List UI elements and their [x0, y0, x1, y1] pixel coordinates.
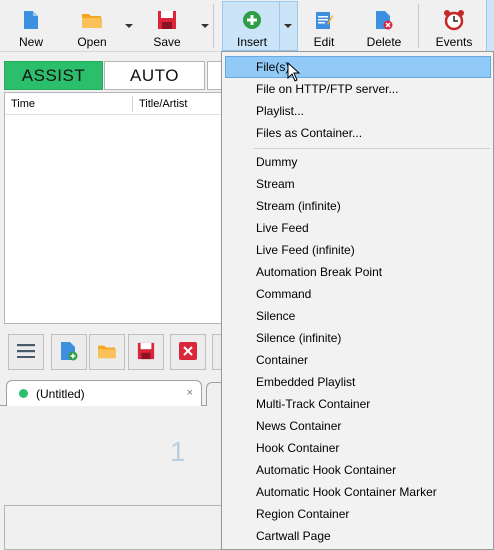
- menu-item-files-as-container[interactable]: Files as Container...: [225, 122, 491, 144]
- menu-item-command[interactable]: Command: [225, 283, 491, 305]
- toolbar-separator: [418, 4, 419, 48]
- playlist-grid[interactable]: Time Title/Artist: [4, 92, 226, 324]
- menu-item-automatic-hook-container[interactable]: Automatic Hook Container: [225, 459, 491, 481]
- insert-split-line: [279, 1, 280, 51]
- toolbar-separator: [213, 4, 214, 48]
- deck-number: 1: [170, 436, 186, 467]
- close-playlist-button[interactable]: [170, 334, 206, 370]
- alarm-clock-icon: [443, 8, 465, 32]
- save-icon: [156, 8, 178, 32]
- menu-item-multi-track-container[interactable]: Multi-Track Container: [225, 393, 491, 415]
- tab-title: (Untitled): [36, 386, 85, 401]
- events-button[interactable]: Events: [434, 2, 474, 50]
- menu-item-live-feed[interactable]: Live Feed: [225, 217, 491, 239]
- folder-icon: [81, 8, 103, 32]
- hamburger-icon: [17, 343, 35, 361]
- save-button[interactable]: Save: [148, 2, 186, 50]
- menu-item-silence[interactable]: Silence: [225, 305, 491, 327]
- edit-label: Edit: [313, 35, 335, 49]
- close-icon: [179, 341, 197, 363]
- menu-item-stream-infinite[interactable]: Stream (infinite): [225, 195, 491, 217]
- assist-label: ASSIST: [21, 65, 86, 85]
- menu-item-live-feed-infinite[interactable]: Live Feed (infinite): [225, 239, 491, 261]
- auto-label: AUTO: [130, 65, 179, 85]
- column-time[interactable]: Time: [11, 98, 35, 110]
- delete-file-icon: [373, 8, 395, 32]
- add-circle-icon: [241, 8, 263, 32]
- mouse-cursor-icon: [287, 61, 301, 85]
- new-file-add-icon: [60, 341, 78, 364]
- delete-label: Delete: [366, 35, 402, 49]
- menu-item-file-http-ftp[interactable]: File on HTTP/FTP server...: [225, 78, 491, 100]
- menu-item-embedded-playlist[interactable]: Embedded Playlist: [225, 371, 491, 393]
- assist-mode-button[interactable]: ASSIST: [4, 61, 103, 90]
- save-label: Save: [153, 35, 181, 49]
- insert-dropdown-arrow-icon[interactable]: [284, 24, 292, 28]
- auto-mode-button[interactable]: AUTO: [104, 61, 205, 90]
- edit-icon: [313, 8, 335, 32]
- menu-button[interactable]: [8, 334, 44, 370]
- tab-close-icon[interactable]: ×: [187, 387, 193, 399]
- open-button[interactable]: Open: [72, 2, 112, 50]
- insert-dropdown-menu: File(s) File on HTTP/FTP server... Playl…: [221, 51, 494, 550]
- save-icon: [137, 342, 155, 363]
- open-dropdown-arrow-icon[interactable]: [125, 24, 133, 28]
- status-dot-icon: [19, 389, 28, 398]
- open-playlist-button[interactable]: [89, 334, 125, 370]
- toolbar-overflow[interactable]: [486, 0, 494, 52]
- menu-item-files[interactable]: File(s): [225, 56, 491, 78]
- menu-item-news-container[interactable]: News Container: [225, 415, 491, 437]
- new-file-icon: [20, 8, 42, 32]
- new-button[interactable]: New: [12, 2, 50, 50]
- grid-header: Time Title/Artist: [5, 93, 225, 115]
- insert-label: Insert: [236, 35, 267, 49]
- open-label: Open: [77, 35, 107, 49]
- main-toolbar: New Open Save Insert Edit Delete Events: [0, 0, 494, 52]
- edit-button[interactable]: Edit: [306, 2, 342, 50]
- menu-item-cartwall-page[interactable]: Cartwall Page: [225, 525, 491, 547]
- new-playlist-button[interactable]: [51, 334, 87, 370]
- new-label: New: [18, 35, 43, 49]
- menu-item-dummy[interactable]: Dummy: [225, 151, 491, 173]
- menu-item-playlist[interactable]: Playlist...: [225, 100, 491, 122]
- delete-button[interactable]: Delete: [364, 2, 404, 50]
- events-label: Events: [435, 35, 473, 49]
- menu-item-region-container[interactable]: Region Container: [225, 503, 491, 525]
- menu-item-automation-break-point[interactable]: Automation Break Point: [225, 261, 491, 283]
- menu-item-silence-infinite[interactable]: Silence (infinite): [225, 327, 491, 349]
- menu-separator: [254, 148, 490, 149]
- column-title-artist[interactable]: Title/Artist: [139, 98, 188, 110]
- bottom-panel: [4, 505, 226, 550]
- menu-item-stream[interactable]: Stream: [225, 173, 491, 195]
- insert-button[interactable]: Insert: [232, 2, 272, 50]
- menu-item-hook-container[interactable]: Hook Container: [225, 437, 491, 459]
- menu-item-automatic-hook-container-marker[interactable]: Automatic Hook Container Marker: [225, 481, 491, 503]
- save-playlist-button[interactable]: [128, 334, 164, 370]
- save-dropdown-arrow-icon[interactable]: [201, 24, 209, 28]
- tab-untitled[interactable]: (Untitled) ×: [6, 380, 202, 406]
- folder-icon: [97, 343, 117, 362]
- column-divider[interactable]: [132, 96, 133, 112]
- menu-item-container[interactable]: Container: [225, 349, 491, 371]
